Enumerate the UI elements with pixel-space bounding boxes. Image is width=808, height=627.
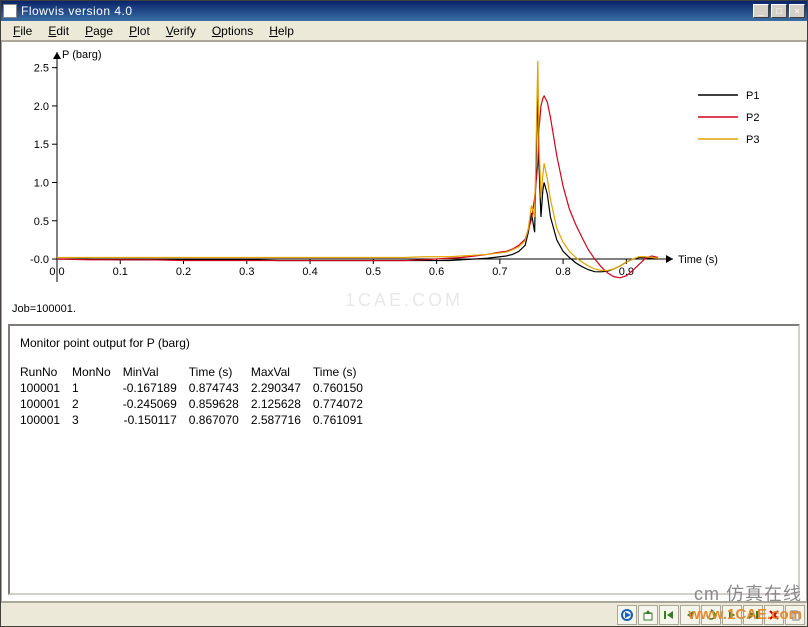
menubar: File Edit Page Plot Verify Options Help — [1, 21, 807, 41]
svg-text:P (barg): P (barg) — [62, 49, 102, 61]
menu-plot-ul: P — [129, 24, 137, 38]
svg-text:Job=100001.: Job=100001. — [12, 303, 76, 315]
svg-text:0.6: 0.6 — [429, 266, 444, 278]
svg-text:-0.0: -0.0 — [30, 254, 49, 266]
menu-page[interactable]: Page — [77, 22, 121, 40]
menu-verify-ul: V — [166, 24, 173, 38]
table-cell: 0.859628 — [189, 396, 251, 412]
svg-text:2.0: 2.0 — [34, 101, 49, 113]
titlebar: Flowvis version 4.0 _ □ × — [1, 1, 807, 21]
svg-text:0.1: 0.1 — [113, 266, 128, 278]
menu-page-ul: P — [85, 24, 93, 38]
menu-file[interactable]: File — [5, 22, 40, 40]
menu-options-ul: O — [212, 24, 221, 38]
svg-text:0.3: 0.3 — [239, 266, 254, 278]
menu-plot[interactable]: Plot — [121, 22, 158, 40]
svg-text:Time (s): Time (s) — [678, 254, 718, 266]
svg-text:0.8: 0.8 — [555, 266, 570, 278]
svg-text:0.5: 0.5 — [366, 266, 381, 278]
table-cell: 3 — [72, 412, 123, 428]
table-cell: 0.761091 — [313, 412, 375, 428]
menu-edit[interactable]: Edit — [40, 22, 77, 40]
table-cell: -0.150117 — [123, 412, 189, 428]
menu-help[interactable]: Help — [261, 22, 302, 40]
svg-text:0.2: 0.2 — [176, 266, 191, 278]
table-cell: 1 — [72, 380, 123, 396]
svg-text:P3: P3 — [746, 134, 759, 146]
table-cell: -0.167189 — [123, 380, 189, 396]
delete-button[interactable] — [764, 605, 784, 625]
svg-text:0.0: 0.0 — [49, 266, 64, 278]
svg-text:P1: P1 — [746, 90, 759, 102]
table-header: MaxVal — [251, 364, 313, 380]
last-button[interactable] — [743, 605, 763, 625]
table-cell: 0.760150 — [313, 380, 375, 396]
table-cell: -0.245069 — [123, 396, 189, 412]
menu-file-ul: F — [13, 24, 20, 38]
play-button[interactable] — [617, 605, 637, 625]
table-row: 1000011-0.1671890.8747432.2903470.760150 — [20, 380, 375, 396]
next-button[interactable] — [722, 605, 742, 625]
svg-text:0.4: 0.4 — [302, 266, 317, 278]
close-icon: × — [794, 6, 799, 16]
app-icon — [3, 4, 17, 18]
copy-button[interactable] — [785, 605, 805, 625]
table-row: 1000013-0.1501170.8670702.5877160.761091 — [20, 412, 375, 428]
table-header: MinVal — [123, 364, 189, 380]
client-area: 0.00.10.20.30.40.50.60.70.80.9-0.00.51.0… — [1, 41, 807, 602]
table-cell: 100001 — [20, 396, 72, 412]
table-cell: 2.125628 — [251, 396, 313, 412]
svg-text:2.5: 2.5 — [34, 63, 49, 75]
maximize-icon: □ — [776, 6, 781, 16]
table-header: RunNo — [20, 364, 72, 380]
table-header: MonNo — [72, 364, 123, 380]
svg-text:0.7: 0.7 — [492, 266, 507, 278]
table-row: 1000012-0.2450690.8596282.1256280.774072 — [20, 396, 375, 412]
menu-verify[interactable]: Verify — [158, 22, 204, 40]
table-cell: 0.867070 — [189, 412, 251, 428]
table-cell: 2.587716 — [251, 412, 313, 428]
menu-help-ul: H — [269, 24, 278, 38]
info-pane: Monitor point output for P (barg) RunNoM… — [8, 324, 800, 595]
monitor-table: RunNoMonNoMinValTime (s)MaxValTime (s) 1… — [20, 364, 375, 428]
svg-text:0.5: 0.5 — [34, 216, 49, 228]
minimize-button[interactable]: _ — [753, 4, 769, 18]
menu-edit-ul: E — [48, 24, 56, 38]
first-button[interactable] — [659, 605, 679, 625]
info-title: Monitor point output for P (barg) — [20, 336, 788, 350]
svg-text:P2: P2 — [746, 112, 759, 124]
minimize-icon: _ — [758, 6, 763, 16]
statusbar — [1, 602, 807, 626]
app-window: Flowvis version 4.0 _ □ × File Edit Page… — [0, 0, 808, 627]
close-button[interactable]: × — [789, 4, 805, 18]
table-cell: 0.874743 — [189, 380, 251, 396]
chart-pane: 0.00.10.20.30.40.50.60.70.80.9-0.00.51.0… — [2, 42, 806, 322]
table-header: Time (s) — [189, 364, 251, 380]
table-cell: 2.290347 — [251, 380, 313, 396]
export-button[interactable] — [638, 605, 658, 625]
maximize-button[interactable]: □ — [771, 4, 787, 18]
table-cell: 2 — [72, 396, 123, 412]
table-header-row: RunNoMonNoMinValTime (s)MaxValTime (s) — [20, 364, 375, 380]
table-header: Time (s) — [313, 364, 375, 380]
chart-svg: 0.00.10.20.30.40.50.60.70.80.9-0.00.51.0… — [2, 42, 807, 322]
menu-options[interactable]: Options — [204, 22, 261, 40]
table-cell: 100001 — [20, 412, 72, 428]
svg-text:1.5: 1.5 — [34, 139, 49, 151]
prev-button[interactable] — [680, 605, 700, 625]
table-cell: 0.774072 — [313, 396, 375, 412]
table-cell: 100001 — [20, 380, 72, 396]
window-title: Flowvis version 4.0 — [21, 4, 753, 18]
svg-text:1.0: 1.0 — [34, 177, 49, 189]
refresh-button[interactable] — [701, 605, 721, 625]
window-buttons: _ □ × — [753, 4, 805, 18]
